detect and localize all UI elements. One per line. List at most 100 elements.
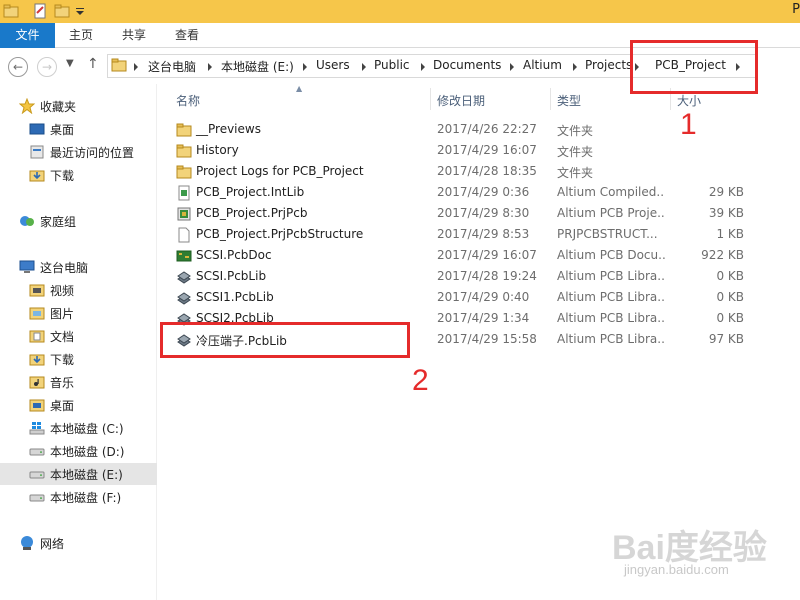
file-row[interactable]: PCB_Project.IntLib 2017/4/29 0:36 Altium… <box>158 182 758 203</box>
file-type: Altium PCB Libra... <box>557 311 665 325</box>
file-name: History <box>196 143 239 157</box>
breadcrumb-drive-e[interactable]: 本地磁盘 (E:) <box>221 58 294 75</box>
breadcrumb-separator-icon[interactable] <box>208 63 212 71</box>
nav-downloads-fav[interactable]: 下载 <box>0 164 157 186</box>
file-row[interactable]: Project Logs for PCB_Project 2017/4/28 1… <box>158 161 758 182</box>
breadcrumb-this-pc[interactable]: 这台电脑 <box>148 58 196 75</box>
videos-folder-icon <box>29 284 45 297</box>
nav-homegroup[interactable]: 家庭组 <box>0 210 157 232</box>
nav-drive-f[interactable]: 本地磁盘 (F:) <box>0 486 157 508</box>
file-type: PRJPCBSTRUCT... <box>557 227 658 241</box>
column-divider[interactable] <box>430 88 431 110</box>
file-row[interactable]: SCSI.PcbLib 2017/4/28 19:24 Altium PCB L… <box>158 266 758 287</box>
recent-locations-dropdown[interactable]: ▼ <box>66 58 74 69</box>
column-header-date[interactable]: 修改日期 <box>437 92 485 109</box>
tab-view[interactable]: 查看 <box>166 23 208 48</box>
file-date: 2017/4/29 15:58 <box>437 332 537 346</box>
nav-drive-f-label: 本地磁盘 (F:) <box>50 491 122 505</box>
file-date: 2017/4/29 16:07 <box>437 248 537 262</box>
breadcrumb-separator-icon[interactable] <box>362 63 366 71</box>
properties-icon[interactable] <box>32 3 48 19</box>
nav-music-label: 音乐 <box>50 376 75 390</box>
nav-videos-label: 视频 <box>50 284 75 298</box>
tab-file[interactable]: 文件 <box>0 23 55 48</box>
nav-drive-e[interactable]: 本地磁盘 (E:) <box>0 463 157 485</box>
tab-home[interactable]: 主页 <box>60 23 102 48</box>
file-name: PCB_Project.PrjPcbStructure <box>196 227 364 241</box>
nav-desktop-fav-label: 桌面 <box>50 123 75 137</box>
file-size: 29 KB <box>708 185 744 199</box>
nav-videos[interactable]: 视频 <box>0 279 157 301</box>
file-type: Altium PCB Libra... <box>557 332 665 346</box>
folder-icon[interactable] <box>3 3 19 19</box>
nav-drive-d[interactable]: 本地磁盘 (D:) <box>0 440 157 462</box>
homegroup-icon <box>20 216 34 226</box>
computer-icon <box>19 260 35 273</box>
pcbdoc-icon <box>176 250 192 262</box>
nav-recent-places[interactable]: 最近访问的位置 <box>0 141 157 163</box>
breadcrumb-separator-icon[interactable] <box>421 63 425 71</box>
folder-icon <box>176 123 192 137</box>
annotation-number-2: 2 <box>412 364 429 397</box>
tab-share[interactable]: 共享 <box>113 23 155 48</box>
breadcrumb-separator-icon[interactable] <box>134 63 138 71</box>
file-date: 2017/4/29 8:53 <box>437 227 530 241</box>
column-header-name[interactable]: 名称 <box>176 92 200 109</box>
title-bar: P <box>0 0 800 23</box>
nav-pictures-label: 图片 <box>50 307 75 321</box>
file-date: 2017/4/28 18:35 <box>437 164 537 178</box>
up-arrow-icon[interactable]: ↑ <box>87 56 99 72</box>
breadcrumb-separator-icon[interactable] <box>573 63 577 71</box>
file-row[interactable]: PCB_Project.PrjPcbStructure 2017/4/29 8:… <box>158 224 758 245</box>
breadcrumb-documents[interactable]: Documents <box>433 58 501 72</box>
breadcrumb-projects[interactable]: Projects <box>585 58 632 72</box>
back-button[interactable]: ← <box>8 57 28 77</box>
nav-drive-d-label: 本地磁盘 (D:) <box>50 445 125 459</box>
nav-downloads[interactable]: 下载 <box>0 348 157 370</box>
file-name: PCB_Project.IntLib <box>196 185 305 199</box>
customize-dropdown-icon[interactable] <box>72 3 88 19</box>
file-date: 2017/4/29 0:36 <box>437 185 530 199</box>
hard-drive-icon <box>29 494 45 502</box>
file-size: 0 KB <box>716 269 744 283</box>
file-row[interactable]: SCSI1.PcbLib 2017/4/29 0:40 Altium PCB L… <box>158 287 758 308</box>
file-row[interactable]: SCSI.PcbDoc 2017/4/29 16:07 Altium PCB D… <box>158 245 758 266</box>
nav-documents[interactable]: 文档 <box>0 325 157 347</box>
nav-this-pc[interactable]: 这台电脑 <box>0 256 157 278</box>
nav-favorites[interactable]: 收藏夹 <box>0 95 157 117</box>
breadcrumb-altium[interactable]: Altium <box>523 58 562 72</box>
new-folder-icon[interactable] <box>54 3 70 19</box>
back-arrow-icon: ← <box>12 60 24 74</box>
sort-ascending-icon: ▲ <box>296 84 303 93</box>
nav-favorites-label: 收藏夹 <box>40 100 77 114</box>
file-row[interactable]: __Previews 2017/4/26 22:27 文件夹 <box>158 119 758 140</box>
file-name: Project Logs for PCB_Project <box>196 164 364 178</box>
breadcrumb-public[interactable]: Public <box>374 58 410 72</box>
nav-drive-c[interactable]: 本地磁盘 (C:) <box>0 417 157 439</box>
file-name: __Previews <box>196 122 261 136</box>
file-size: 0 KB <box>716 311 744 325</box>
nav-desktop-fav[interactable]: 桌面 <box>0 118 157 140</box>
file-row[interactable]: PCB_Project.PrjPcb 2017/4/29 8:30 Altium… <box>158 203 758 224</box>
nav-music[interactable]: 音乐 <box>0 371 157 393</box>
file-name: SCSI.PcbLib <box>196 269 267 283</box>
nav-recent-places-label: 最近访问的位置 <box>50 146 135 160</box>
folder-icon <box>176 165 192 179</box>
blank-file-icon <box>178 227 190 243</box>
nav-pictures[interactable]: 图片 <box>0 302 157 324</box>
column-header-type[interactable]: 类型 <box>557 92 581 109</box>
breadcrumb-separator-icon[interactable] <box>510 63 514 71</box>
desktop-icon <box>29 123 45 135</box>
file-date: 2017/4/29 0:40 <box>437 290 530 304</box>
column-divider[interactable] <box>550 88 551 110</box>
file-size: 922 KB <box>701 248 744 262</box>
file-row[interactable]: History 2017/4/29 16:07 文件夹 <box>158 140 758 161</box>
nav-desktop[interactable]: 桌面 <box>0 394 157 416</box>
breadcrumb-users[interactable]: Users <box>316 58 350 72</box>
window-title: P <box>792 2 800 17</box>
nav-network[interactable]: 网络 <box>0 532 157 554</box>
breadcrumb-separator-icon[interactable] <box>303 63 307 71</box>
column-header-size[interactable]: 大小 <box>677 92 701 109</box>
recent-places-icon <box>30 145 44 159</box>
forward-button[interactable]: → <box>37 57 57 77</box>
